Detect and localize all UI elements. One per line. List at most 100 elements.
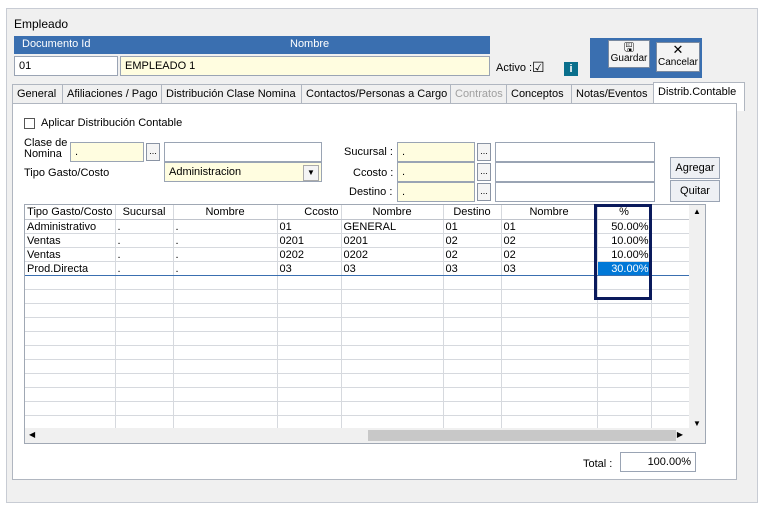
grid-header-row: Tipo Gasto/Costo Sucursal Nombre Ccosto … bbox=[25, 205, 692, 220]
cell-filler bbox=[651, 219, 692, 234]
percent-column-highlight bbox=[594, 204, 652, 300]
col-filler-header bbox=[651, 205, 692, 220]
empty-row[interactable] bbox=[25, 303, 692, 318]
doc-id-input[interactable]: 01 bbox=[14, 56, 118, 76]
cell-destino[interactable]: 02 bbox=[443, 233, 502, 248]
guardar-label: Guardar bbox=[610, 53, 648, 64]
empty-row[interactable] bbox=[25, 317, 692, 332]
destino-label: Destino : bbox=[349, 186, 393, 198]
sucursal-input[interactable]: . bbox=[397, 142, 475, 162]
table-row[interactable]: Administrativo . . 01 GENERAL 01 01 50.0… bbox=[25, 219, 692, 234]
destino-lookup-button[interactable]: ... bbox=[477, 183, 491, 201]
name-label: Nombre bbox=[290, 38, 330, 50]
total-label: Total : bbox=[583, 458, 613, 470]
sucursal-lookup-button[interactable]: ... bbox=[477, 143, 491, 161]
table-row-selected[interactable]: Prod.Directa . . 03 03 03 03 30.00% bbox=[25, 261, 692, 276]
destino-input[interactable]: . bbox=[397, 182, 475, 202]
save-icon: 🖫 bbox=[623, 40, 635, 54]
cell-sucursal-nombre[interactable]: . bbox=[173, 247, 278, 262]
guardar-button[interactable]: 🖫 Guardar bbox=[608, 40, 650, 68]
sucursal-label: Sucursal : bbox=[344, 146, 393, 158]
close-icon: ✕ bbox=[672, 42, 684, 57]
cell-ccosto[interactable]: 01 bbox=[277, 219, 342, 234]
grid-table: Tipo Gasto/Costo Sucursal Nombre Ccosto … bbox=[25, 205, 692, 443]
empty-row[interactable] bbox=[25, 359, 692, 374]
scroll-down-icon[interactable]: ▼ bbox=[693, 419, 701, 428]
activo-checkbox[interactable]: ☑ bbox=[532, 59, 545, 76]
tipo-label: Tipo Gasto/Costo bbox=[24, 167, 110, 179]
col-destino-header[interactable]: Destino bbox=[443, 205, 502, 220]
col-tipo-header[interactable]: Tipo Gasto/Costo bbox=[25, 205, 116, 220]
ccosto-name-field bbox=[495, 162, 655, 182]
cancelar-button[interactable]: ✕ Cancelar bbox=[656, 42, 700, 72]
cell-ccosto-nombre[interactable]: 0202 bbox=[341, 247, 444, 262]
info-icon[interactable]: i bbox=[564, 62, 578, 76]
cell-destino-nombre[interactable]: 02 bbox=[501, 233, 598, 248]
empty-row[interactable] bbox=[25, 373, 692, 388]
aplicar-label: Aplicar Distribución Contable bbox=[41, 117, 183, 129]
cell-destino-nombre[interactable]: 01 bbox=[501, 219, 598, 234]
name-input[interactable]: EMPLEADO 1 bbox=[120, 56, 490, 76]
quitar-button[interactable]: Quitar bbox=[670, 180, 720, 202]
cell-ccosto[interactable]: 03 bbox=[277, 261, 342, 276]
scroll-right-icon[interactable]: ▶ bbox=[677, 430, 683, 439]
cell-sucursal[interactable]: . bbox=[115, 233, 174, 248]
cell-destino-nombre[interactable]: 03 bbox=[501, 261, 598, 276]
cell-destino-nombre[interactable]: 02 bbox=[501, 247, 598, 262]
empty-row[interactable] bbox=[25, 401, 692, 416]
cell-filler bbox=[651, 261, 692, 276]
empty-row[interactable] bbox=[25, 275, 692, 290]
cell-destino[interactable]: 01 bbox=[443, 219, 502, 234]
empty-row[interactable] bbox=[25, 345, 692, 360]
ccosto-label: Ccosto : bbox=[353, 167, 394, 179]
cell-sucursal[interactable]: . bbox=[115, 219, 174, 234]
cell-sucursal-nombre[interactable]: . bbox=[173, 233, 278, 248]
cell-tipo[interactable]: Ventas bbox=[25, 233, 116, 248]
destino-name-field bbox=[495, 182, 655, 202]
cell-sucursal-nombre[interactable]: . bbox=[173, 219, 278, 234]
cell-ccosto-nombre[interactable]: GENERAL bbox=[341, 219, 444, 234]
cell-destino[interactable]: 02 bbox=[443, 247, 502, 262]
cell-sucursal[interactable]: . bbox=[115, 261, 174, 276]
cell-tipo[interactable]: Administrativo bbox=[25, 219, 116, 234]
cell-ccosto[interactable]: 0201 bbox=[277, 233, 342, 248]
cell-ccosto-nombre[interactable]: 0201 bbox=[341, 233, 444, 248]
cell-tipo[interactable]: Ventas bbox=[25, 247, 116, 262]
cancelar-label: Cancelar bbox=[657, 57, 699, 68]
col-destino-nombre-header[interactable]: Nombre bbox=[501, 205, 598, 220]
table-row[interactable]: Ventas . . 0201 0201 02 02 10.00% bbox=[25, 233, 692, 248]
clase-name-field bbox=[164, 142, 322, 162]
horizontal-scroll-thumb[interactable] bbox=[368, 430, 676, 441]
window-title: Empleado bbox=[14, 17, 69, 31]
cell-sucursal[interactable]: . bbox=[115, 247, 174, 262]
scroll-up-icon[interactable]: ▲ bbox=[693, 207, 701, 216]
cell-filler bbox=[651, 247, 692, 262]
col-ccosto-nombre-header[interactable]: Nombre bbox=[341, 205, 444, 220]
cell-ccosto-nombre[interactable]: 03 bbox=[341, 261, 444, 276]
doc-id-label: Documento Id bbox=[22, 38, 91, 50]
chevron-down-icon[interactable]: ▼ bbox=[303, 165, 319, 181]
tipo-value: Administracion bbox=[169, 166, 242, 178]
cell-sucursal-nombre[interactable]: . bbox=[173, 261, 278, 276]
empty-row[interactable] bbox=[25, 289, 692, 304]
clase-input[interactable]: . bbox=[70, 142, 144, 162]
aplicar-checkbox[interactable] bbox=[24, 118, 35, 129]
ccosto-input[interactable]: . bbox=[397, 162, 475, 182]
scroll-left-icon[interactable]: ◀ bbox=[29, 430, 35, 439]
table-row[interactable]: Ventas . . 0202 0202 02 02 10.00% bbox=[25, 247, 692, 262]
empty-row[interactable] bbox=[25, 387, 692, 402]
empty-row[interactable] bbox=[25, 331, 692, 346]
agregar-button[interactable]: Agregar bbox=[670, 157, 720, 179]
clase-lookup-button[interactable]: ... bbox=[146, 143, 160, 161]
col-sucursal-nombre-header[interactable]: Nombre bbox=[173, 205, 278, 220]
cell-tipo[interactable]: Prod.Directa bbox=[25, 261, 116, 276]
cell-ccosto[interactable]: 0202 bbox=[277, 247, 342, 262]
header-bar: Documento Id Nombre bbox=[14, 36, 490, 54]
col-ccosto-header[interactable]: Ccosto bbox=[277, 205, 342, 220]
ccosto-lookup-button[interactable]: ... bbox=[477, 163, 491, 181]
vertical-scrollbar[interactable]: ▲ ▼ bbox=[689, 205, 705, 430]
col-sucursal-header[interactable]: Sucursal bbox=[115, 205, 174, 220]
cell-filler bbox=[651, 233, 692, 248]
tipo-select[interactable]: Administracion ▼ bbox=[164, 162, 322, 182]
cell-destino[interactable]: 03 bbox=[443, 261, 502, 276]
